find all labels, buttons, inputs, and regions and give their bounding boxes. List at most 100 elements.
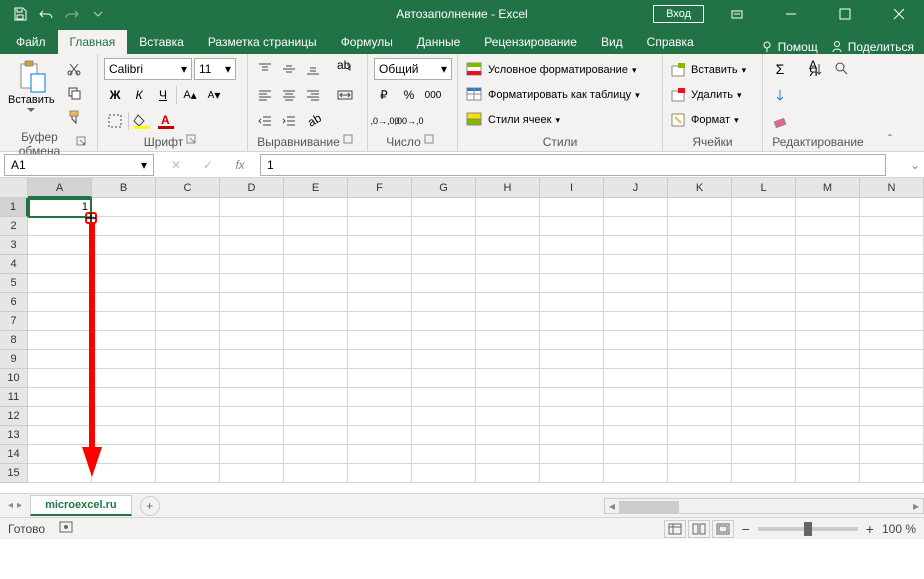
cell[interactable] xyxy=(412,445,476,464)
cell[interactable] xyxy=(92,369,156,388)
cell[interactable] xyxy=(860,388,924,407)
col-header[interactable]: G xyxy=(412,178,476,198)
cell[interactable] xyxy=(604,445,668,464)
cell[interactable] xyxy=(476,464,540,483)
merge-icon[interactable] xyxy=(334,84,356,106)
cell[interactable] xyxy=(604,407,668,426)
cell[interactable] xyxy=(348,274,412,293)
cell[interactable] xyxy=(732,369,796,388)
sheet-tab[interactable]: microexcel.ru xyxy=(30,495,132,516)
cell[interactable] xyxy=(92,445,156,464)
font-color-icon[interactable]: A xyxy=(155,110,177,132)
cell[interactable] xyxy=(284,198,348,217)
cell[interactable] xyxy=(220,445,284,464)
cell[interactable] xyxy=(796,312,860,331)
bold-icon[interactable]: Ж xyxy=(104,84,126,106)
italic-icon[interactable]: К xyxy=(128,84,150,106)
cell[interactable] xyxy=(92,407,156,426)
cell[interactable] xyxy=(476,236,540,255)
cell[interactable] xyxy=(796,464,860,483)
insert-cells-button[interactable]: Вставить▾ xyxy=(669,58,748,82)
cell[interactable] xyxy=(92,464,156,483)
cell[interactable] xyxy=(476,369,540,388)
cell[interactable] xyxy=(668,312,732,331)
cell[interactable] xyxy=(668,369,732,388)
row-header[interactable]: 14 xyxy=(0,445,28,464)
tab-help[interactable]: Справка xyxy=(635,30,706,54)
cell[interactable] xyxy=(860,312,924,331)
worksheet-grid[interactable]: A B C D E F G H I J K L M N 1 2 3 4 5 6 … xyxy=(0,178,924,493)
cell[interactable] xyxy=(604,350,668,369)
cell[interactable] xyxy=(540,331,604,350)
cell[interactable] xyxy=(476,426,540,445)
sort-filter-icon[interactable]: АЯ xyxy=(807,58,829,80)
cell[interactable] xyxy=(92,255,156,274)
cell[interactable] xyxy=(796,350,860,369)
cell[interactable] xyxy=(540,407,604,426)
new-sheet-icon[interactable]: + xyxy=(140,496,160,516)
decrease-font-icon[interactable]: A▾ xyxy=(203,84,225,106)
number-format-combo[interactable]: Общий▾ xyxy=(374,58,452,80)
cell[interactable] xyxy=(156,236,220,255)
cell[interactable] xyxy=(732,407,796,426)
cell[interactable] xyxy=(476,407,540,426)
maximize-icon[interactable] xyxy=(824,0,866,28)
cell[interactable] xyxy=(284,331,348,350)
cell[interactable] xyxy=(540,293,604,312)
formula-input[interactable]: 1 xyxy=(260,154,886,176)
autosum-icon[interactable]: Σ xyxy=(769,58,791,80)
cell[interactable] xyxy=(476,293,540,312)
cell[interactable] xyxy=(284,426,348,445)
col-header[interactable]: J xyxy=(604,178,668,198)
cell[interactable] xyxy=(476,255,540,274)
cell[interactable] xyxy=(860,445,924,464)
zoom-in-button[interactable]: + xyxy=(866,521,874,537)
cell[interactable] xyxy=(732,198,796,217)
cell[interactable] xyxy=(156,407,220,426)
cell[interactable] xyxy=(92,350,156,369)
cell[interactable] xyxy=(796,407,860,426)
cell[interactable] xyxy=(220,388,284,407)
cell[interactable] xyxy=(28,426,92,445)
cell[interactable] xyxy=(796,331,860,350)
cell[interactable] xyxy=(28,331,92,350)
cell[interactable] xyxy=(92,426,156,445)
undo-icon[interactable] xyxy=(34,2,58,26)
align-bottom-icon[interactable] xyxy=(302,58,324,80)
cell[interactable] xyxy=(284,312,348,331)
cell[interactable] xyxy=(604,388,668,407)
cell[interactable] xyxy=(668,407,732,426)
cell[interactable] xyxy=(92,331,156,350)
cell[interactable] xyxy=(28,312,92,331)
cell[interactable] xyxy=(220,312,284,331)
cell[interactable] xyxy=(348,236,412,255)
fill-color-icon[interactable] xyxy=(131,110,153,132)
col-header[interactable]: E xyxy=(284,178,348,198)
cell[interactable] xyxy=(476,274,540,293)
cell[interactable] xyxy=(284,369,348,388)
tab-file[interactable]: Файл xyxy=(4,30,58,54)
cell[interactable] xyxy=(604,274,668,293)
cell[interactable] xyxy=(28,388,92,407)
cell[interactable] xyxy=(284,236,348,255)
cell[interactable] xyxy=(476,217,540,236)
cell[interactable] xyxy=(732,293,796,312)
cell[interactable] xyxy=(412,388,476,407)
cell[interactable] xyxy=(796,426,860,445)
cell[interactable] xyxy=(540,369,604,388)
cell[interactable] xyxy=(668,445,732,464)
clear-icon[interactable] xyxy=(769,110,791,132)
cell[interactable] xyxy=(28,293,92,312)
cell[interactable] xyxy=(668,255,732,274)
cell[interactable] xyxy=(604,426,668,445)
cancel-formula-icon[interactable]: ✕ xyxy=(164,154,188,176)
row-header[interactable]: 7 xyxy=(0,312,28,331)
cell[interactable] xyxy=(540,217,604,236)
row-header[interactable]: 15 xyxy=(0,464,28,483)
redo-icon[interactable] xyxy=(60,2,84,26)
cell[interactable] xyxy=(796,445,860,464)
col-header[interactable]: K xyxy=(668,178,732,198)
cell[interactable] xyxy=(412,236,476,255)
cell[interactable] xyxy=(284,350,348,369)
tab-insert[interactable]: Вставка xyxy=(127,30,196,54)
